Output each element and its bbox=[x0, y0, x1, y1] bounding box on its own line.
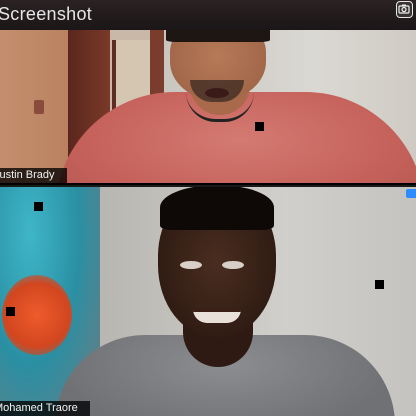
light-switch bbox=[34, 100, 44, 114]
redaction-marker bbox=[375, 280, 384, 289]
video-tile-mohamed[interactable]: Mohamed Traore bbox=[0, 185, 416, 416]
redaction-marker bbox=[6, 307, 15, 316]
participant-hair bbox=[166, 30, 270, 42]
redaction-marker bbox=[255, 122, 264, 131]
participant-smile bbox=[193, 309, 241, 323]
camera-screenshot-icon bbox=[398, 4, 410, 14]
video-tile-justin[interactable]: Justin Brady bbox=[0, 30, 416, 183]
title-bar: Screenshot bbox=[0, 0, 416, 30]
redaction-marker bbox=[34, 202, 43, 211]
participant-eye-left bbox=[180, 261, 202, 269]
participant-eye-right bbox=[222, 261, 244, 269]
participant-mouth bbox=[205, 88, 229, 98]
participant-name: Justin Brady bbox=[0, 169, 55, 181]
participant-name-tag: Justin Brady bbox=[0, 168, 67, 183]
active-speaker-badge bbox=[406, 189, 416, 198]
participant-hair bbox=[160, 187, 274, 230]
window-title: Screenshot bbox=[0, 4, 93, 24]
screenshot-button[interactable] bbox=[396, 1, 413, 18]
participant-name-tag: Mohamed Traore bbox=[0, 401, 90, 416]
participant-name: Mohamed Traore bbox=[0, 402, 78, 414]
